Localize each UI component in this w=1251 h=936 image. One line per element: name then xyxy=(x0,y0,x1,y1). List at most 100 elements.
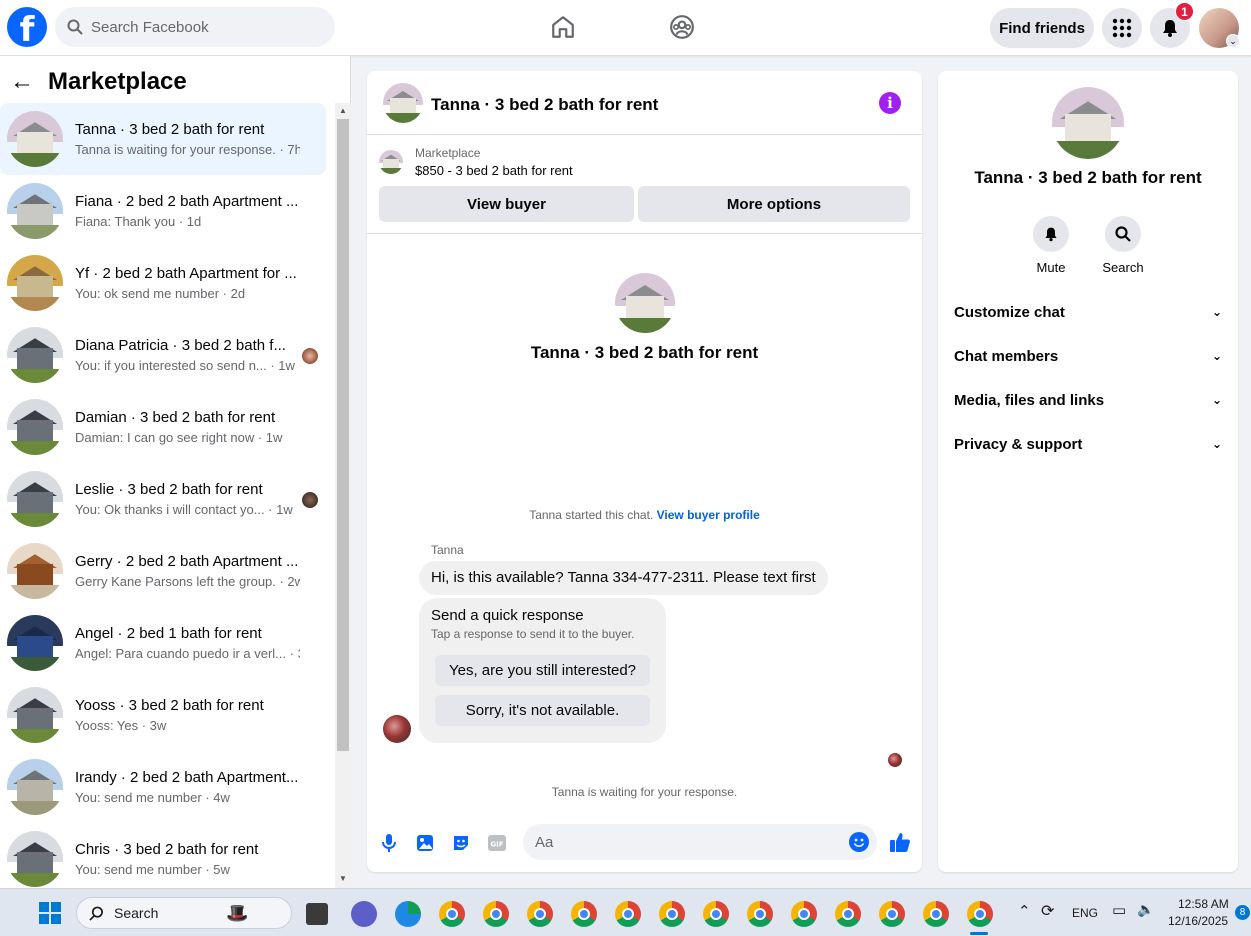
listing-thumbnail xyxy=(379,150,403,174)
conversation-item[interactable]: Tanna · 3 bed 2 bath for rent Tanna is wa… xyxy=(0,103,326,175)
section-media-files-links[interactable]: Media, files and links ⌄ xyxy=(954,378,1222,422)
chrome-icon[interactable] xyxy=(439,901,465,927)
intro-title: Tanna · 3 bed 2 bath for rent xyxy=(530,343,759,362)
read-receipt-avatar xyxy=(302,492,318,508)
emoji-icon[interactable] xyxy=(849,832,869,852)
conversation-item[interactable]: Chris · 3 bed 2 bath for rent You: send m… xyxy=(0,823,327,895)
chevron-down-icon: ⌄ xyxy=(1211,305,1222,319)
message-input[interactable] xyxy=(535,833,825,851)
conversation-item[interactable]: Damian · 3 bed 2 bath for rent Damian: I … xyxy=(0,391,327,463)
conversation-item[interactable]: Gerry · 2 bed 2 bath Apartment ... Gerry … xyxy=(0,535,327,607)
facebook-logo[interactable]: f xyxy=(7,7,47,47)
scroll-down-icon[interactable]: ▼ xyxy=(339,874,347,883)
chrome-icon[interactable] xyxy=(659,901,685,927)
menu-grid-icon[interactable] xyxy=(1102,8,1142,48)
message-composer[interactable] xyxy=(523,824,877,860)
conversation-name: Diana Patricia · 3 bed 2 bath f... xyxy=(75,337,286,354)
conversation-item[interactable]: Angel · 2 bed 1 bath for rent Angel: Para… xyxy=(0,607,327,679)
conversation-item[interactable]: Diana Patricia · 3 bed 2 bath f... You: i… xyxy=(0,319,327,391)
chrome-icon[interactable] xyxy=(527,901,553,927)
message-bubble[interactable]: Hi, is this available? Tanna 334-477-231… xyxy=(419,561,828,595)
chrome-icon[interactable] xyxy=(791,901,817,927)
chrome-icon[interactable] xyxy=(835,901,861,927)
find-friends-button[interactable]: Find friends xyxy=(990,8,1094,48)
gif-icon[interactable]: GIF xyxy=(486,832,508,854)
scroll-up-icon[interactable]: ▲ xyxy=(339,106,347,115)
listing-thumbnail xyxy=(7,687,63,743)
view-buyer-profile-link[interactable]: View buyer profile xyxy=(657,508,760,522)
chrome-icon[interactable] xyxy=(967,901,993,927)
chrome-icon[interactable] xyxy=(747,901,773,927)
clock-date[interactable]: 12/16/2025 xyxy=(1168,914,1228,928)
volume-icon[interactable]: 🔈 xyxy=(1137,901,1154,918)
section-label: Privacy & support xyxy=(954,435,1083,453)
task-view-icon[interactable] xyxy=(306,903,328,925)
mute-label: Mute xyxy=(1036,260,1066,275)
chrome-icon[interactable] xyxy=(615,901,641,927)
back-arrow-icon[interactable]: ← xyxy=(10,68,40,96)
seen-avatar xyxy=(888,753,902,767)
teams-icon[interactable] xyxy=(351,901,377,927)
microphone-icon[interactable] xyxy=(378,832,400,854)
conversation-preview: You: Ok thanks i will contact yo... · 1w xyxy=(75,502,293,517)
chevron-down-icon[interactable]: ⌄ xyxy=(1226,34,1240,48)
sticker-icon[interactable] xyxy=(450,832,472,854)
chevron-up-icon[interactable]: ⌃ xyxy=(1018,902,1031,920)
info-icon[interactable]: i xyxy=(879,92,901,114)
chat-avatar[interactable] xyxy=(383,83,423,123)
clock-time[interactable]: 12:58 AM xyxy=(1178,897,1229,911)
notification-badge: 1 xyxy=(1175,2,1194,21)
groups-icon[interactable] xyxy=(668,13,696,41)
scrollbar[interactable]: ▲ ▼ xyxy=(335,103,351,888)
svg-text:GIF: GIF xyxy=(490,841,503,849)
sender-avatar[interactable] xyxy=(383,715,411,743)
language-indicator[interactable]: ENG xyxy=(1072,906,1098,920)
section-chat-members[interactable]: Chat members ⌄ xyxy=(954,334,1222,378)
quick-response-yes-button[interactable]: Yes, are you still interested? xyxy=(435,655,650,686)
chrome-icon[interactable] xyxy=(483,901,509,927)
widget-icon: 🎩 xyxy=(226,902,249,923)
search-icon xyxy=(67,19,83,35)
listing-thumbnail xyxy=(7,831,63,887)
listing-thumbnail xyxy=(7,471,63,527)
chrome-icon[interactable] xyxy=(923,901,949,927)
listing-thumbnail xyxy=(7,327,63,383)
view-buyer-button[interactable]: View buyer xyxy=(379,186,634,222)
chat-started-note: Tanna started this chat. View buyer prof… xyxy=(367,508,922,522)
chat-title[interactable]: Tanna · 3 bed 2 bath for rent xyxy=(431,95,658,115)
notification-count-badge[interactable]: 8 xyxy=(1235,905,1250,920)
network-icon[interactable]: ▭ xyxy=(1112,901,1126,919)
listing-summary[interactable]: Marketplace $850 - 3 bed 2 bath for rent xyxy=(379,146,573,178)
edge-icon[interactable] xyxy=(395,901,421,927)
thumbs-up-icon[interactable] xyxy=(888,830,912,854)
conversation-item[interactable]: Yf · 2 bed 2 bath Apartment for ... You: … xyxy=(0,247,327,319)
conversation-item[interactable]: Fiana · 2 bed 2 bath Apartment ... Fiana:… xyxy=(0,175,327,247)
section-customize-chat[interactable]: Customize chat ⌄ xyxy=(954,290,1222,334)
conversation-item[interactable]: Yooss · 3 bed 2 bath for rent Yooss: Yes … xyxy=(0,679,327,751)
more-options-button[interactable]: More options xyxy=(638,186,910,222)
taskbar-search[interactable]: Search 🎩 xyxy=(76,897,292,929)
listing-thumbnail xyxy=(7,111,63,167)
home-icon[interactable] xyxy=(549,13,577,41)
sync-icon[interactable]: ⟳ xyxy=(1041,901,1054,921)
scrollbar-thumb[interactable] xyxy=(337,119,349,751)
sidebar-header: ← Marketplace xyxy=(10,68,187,96)
chrome-icon[interactable] xyxy=(703,901,729,927)
waiting-note: Tanna is waiting for your response. xyxy=(551,785,738,799)
conversation-item[interactable]: Leslie · 3 bed 2 bath for rent You: Ok th… xyxy=(0,463,327,535)
taskbar-search-label: Search xyxy=(114,905,159,921)
windows-start-icon[interactable] xyxy=(39,902,61,924)
chrome-icon[interactable] xyxy=(571,901,597,927)
sender-name: Tanna xyxy=(431,543,464,557)
search-box[interactable] xyxy=(55,7,335,47)
search-chat-button[interactable]: Search xyxy=(1093,216,1153,275)
quick-response-no-button[interactable]: Sorry, it's not available. xyxy=(435,695,650,726)
search-input[interactable] xyxy=(91,18,311,36)
conversation-preview: Gerry Kane Parsons left the group. · 2w xyxy=(75,574,300,589)
mute-button[interactable]: Mute xyxy=(1021,216,1081,275)
image-icon[interactable] xyxy=(414,832,436,854)
chrome-icon[interactable] xyxy=(879,901,905,927)
section-privacy-support[interactable]: Privacy & support ⌄ xyxy=(954,422,1222,466)
conversation-preview: Tanna is waiting for your response. · 7h xyxy=(75,142,300,157)
conversation-item[interactable]: Irandy · 2 bed 2 bath Apartment... You: s… xyxy=(0,751,327,823)
